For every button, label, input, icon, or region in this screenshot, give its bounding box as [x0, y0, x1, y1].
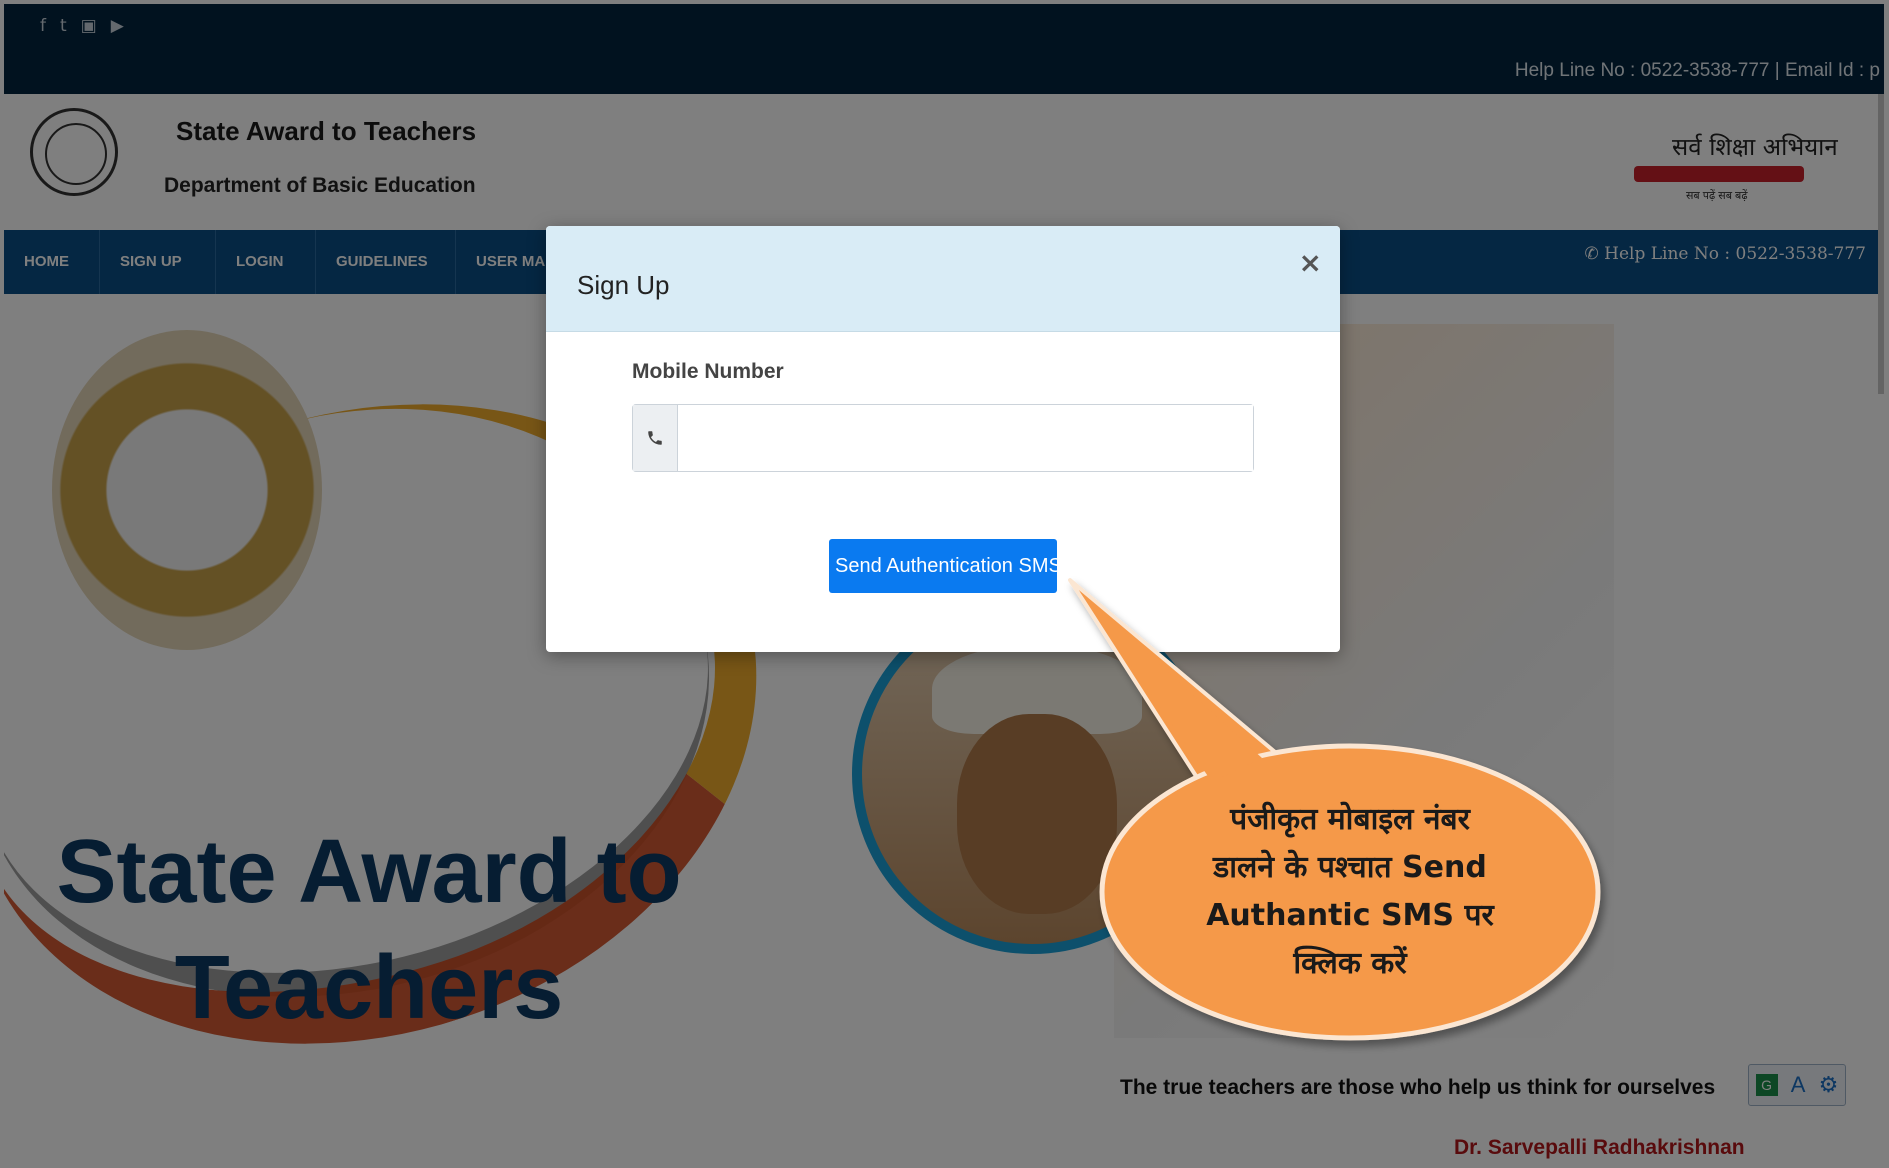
callout-line-1: पंजीकृत मोबाइल नंबर	[1230, 802, 1470, 837]
send-authentication-sms-button[interactable]: Send Authentication SMS	[829, 539, 1057, 593]
close-icon[interactable]: ×	[1299, 246, 1322, 279]
modal-title: Sign Up	[577, 270, 670, 300]
callout-line-2: डालने के पश्चात Send	[1213, 850, 1487, 885]
callout-line-3: Authantic SMS पर	[1206, 898, 1494, 933]
mobile-number-input[interactable]	[678, 405, 1253, 471]
sign-up-modal: Sign Up × Mobile Number Send Authenticat…	[546, 226, 1340, 652]
callout-text: पंजीकृत मोबाइल नंबर डालने के पश्चात Send…	[1140, 796, 1560, 988]
modal-header: Sign Up ×	[546, 226, 1340, 332]
mobile-number-group	[632, 404, 1254, 472]
callout-line-4: क्लिक करें	[1293, 946, 1407, 981]
phone-icon	[648, 431, 662, 445]
phone-addon	[633, 405, 678, 471]
mobile-number-label: Mobile Number	[632, 360, 784, 383]
